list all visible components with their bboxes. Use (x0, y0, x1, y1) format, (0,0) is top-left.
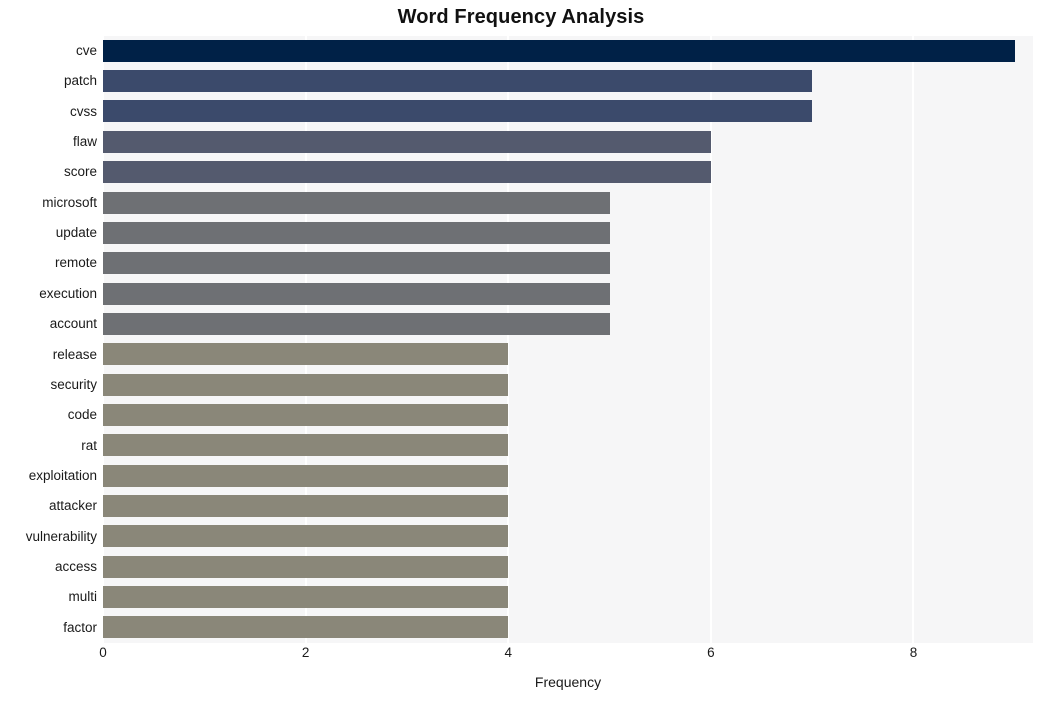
y-axis-label-microsoft: microsoft (42, 194, 97, 210)
bar-factor (103, 616, 509, 639)
bar-row (103, 127, 1033, 157)
bar-account (103, 312, 610, 335)
y-axis-label-code: code (67, 407, 97, 423)
x-tick-label-0: 0 (99, 645, 107, 660)
bars-container (103, 36, 1033, 643)
bar-remote (103, 252, 610, 275)
x-tick-label-4: 4 (504, 645, 512, 660)
x-tick-label-2: 2 (301, 645, 310, 660)
bar-exploitation (103, 464, 509, 487)
y-axis-label-vulnerability: vulnerability (25, 528, 97, 544)
y-axis-label-access: access (54, 558, 97, 574)
bar-row (103, 188, 1033, 218)
bar-row (103, 218, 1033, 248)
bar-row (103, 491, 1033, 521)
bar-update (103, 221, 610, 244)
y-axis-label-update: update (55, 225, 97, 241)
bar-row (103, 66, 1033, 96)
chart-title: Word Frequency Analysis (397, 6, 645, 28)
bar-flaw (103, 130, 711, 153)
y-axis-label-execution: execution (39, 285, 97, 301)
y-axis-label-score: score (63, 164, 97, 180)
bar-cvss (103, 100, 813, 123)
bar-score (103, 161, 711, 184)
bar-row (103, 36, 1033, 66)
x-axis-title: Frequency (534, 674, 602, 690)
y-axis-label-attacker: attacker (48, 498, 97, 514)
x-tick-label-6: 6 (707, 645, 715, 660)
y-axis-label-factor: factor (63, 619, 97, 635)
bar-code (103, 403, 509, 426)
y-axis-label-cvss: cvss (70, 103, 97, 119)
bar-microsoft (103, 191, 610, 214)
y-axis-label-account: account (49, 316, 97, 332)
bar-cve (103, 39, 1015, 62)
bar-row (103, 613, 1033, 643)
y-axis-label-patch: patch (63, 73, 97, 89)
bar-row (103, 461, 1033, 491)
bar-row (103, 248, 1033, 278)
bar-access (103, 555, 509, 578)
bar-row (103, 431, 1033, 461)
bar-row (103, 370, 1033, 400)
bar-rat (103, 434, 509, 457)
y-axis-label-flaw: flaw (72, 134, 97, 150)
x-tick-label-8: 8 (909, 645, 918, 660)
bar-attacker (103, 495, 509, 518)
x-axis-ticks: 0 2 4 6 8 (99, 645, 1033, 667)
bar-multi (103, 586, 509, 609)
bar-release (103, 343, 509, 366)
bar-vulnerability (103, 525, 509, 548)
bar-row (103, 279, 1033, 309)
bar-row (103, 582, 1033, 612)
bar-row (103, 552, 1033, 582)
y-axis-label-remote: remote (54, 255, 97, 271)
bar-security (103, 373, 509, 396)
bar-row (103, 522, 1033, 552)
bar-row (103, 400, 1033, 430)
y-axis-label-rat: rat (81, 437, 97, 453)
word-frequency-bar-chart: Word Frequency Analysis cve patch cvss flaw… (0, 0, 1042, 701)
bar-row (103, 340, 1033, 370)
y-axis-label-cve: cve (75, 43, 97, 58)
bar-patch (103, 70, 813, 93)
y-axis-label-multi: multi (68, 589, 97, 605)
y-axis-label-exploitation: exploitation (28, 467, 97, 483)
bar-row (103, 97, 1033, 127)
y-axis-label-release: release (52, 346, 97, 362)
y-axis-label-security: security (50, 376, 97, 392)
y-axis-labels: cve patch cvss flaw score microsoft update remo… (0, 36, 97, 643)
bar-row (103, 309, 1033, 339)
bar-row (103, 157, 1033, 187)
bar-execution (103, 282, 610, 305)
